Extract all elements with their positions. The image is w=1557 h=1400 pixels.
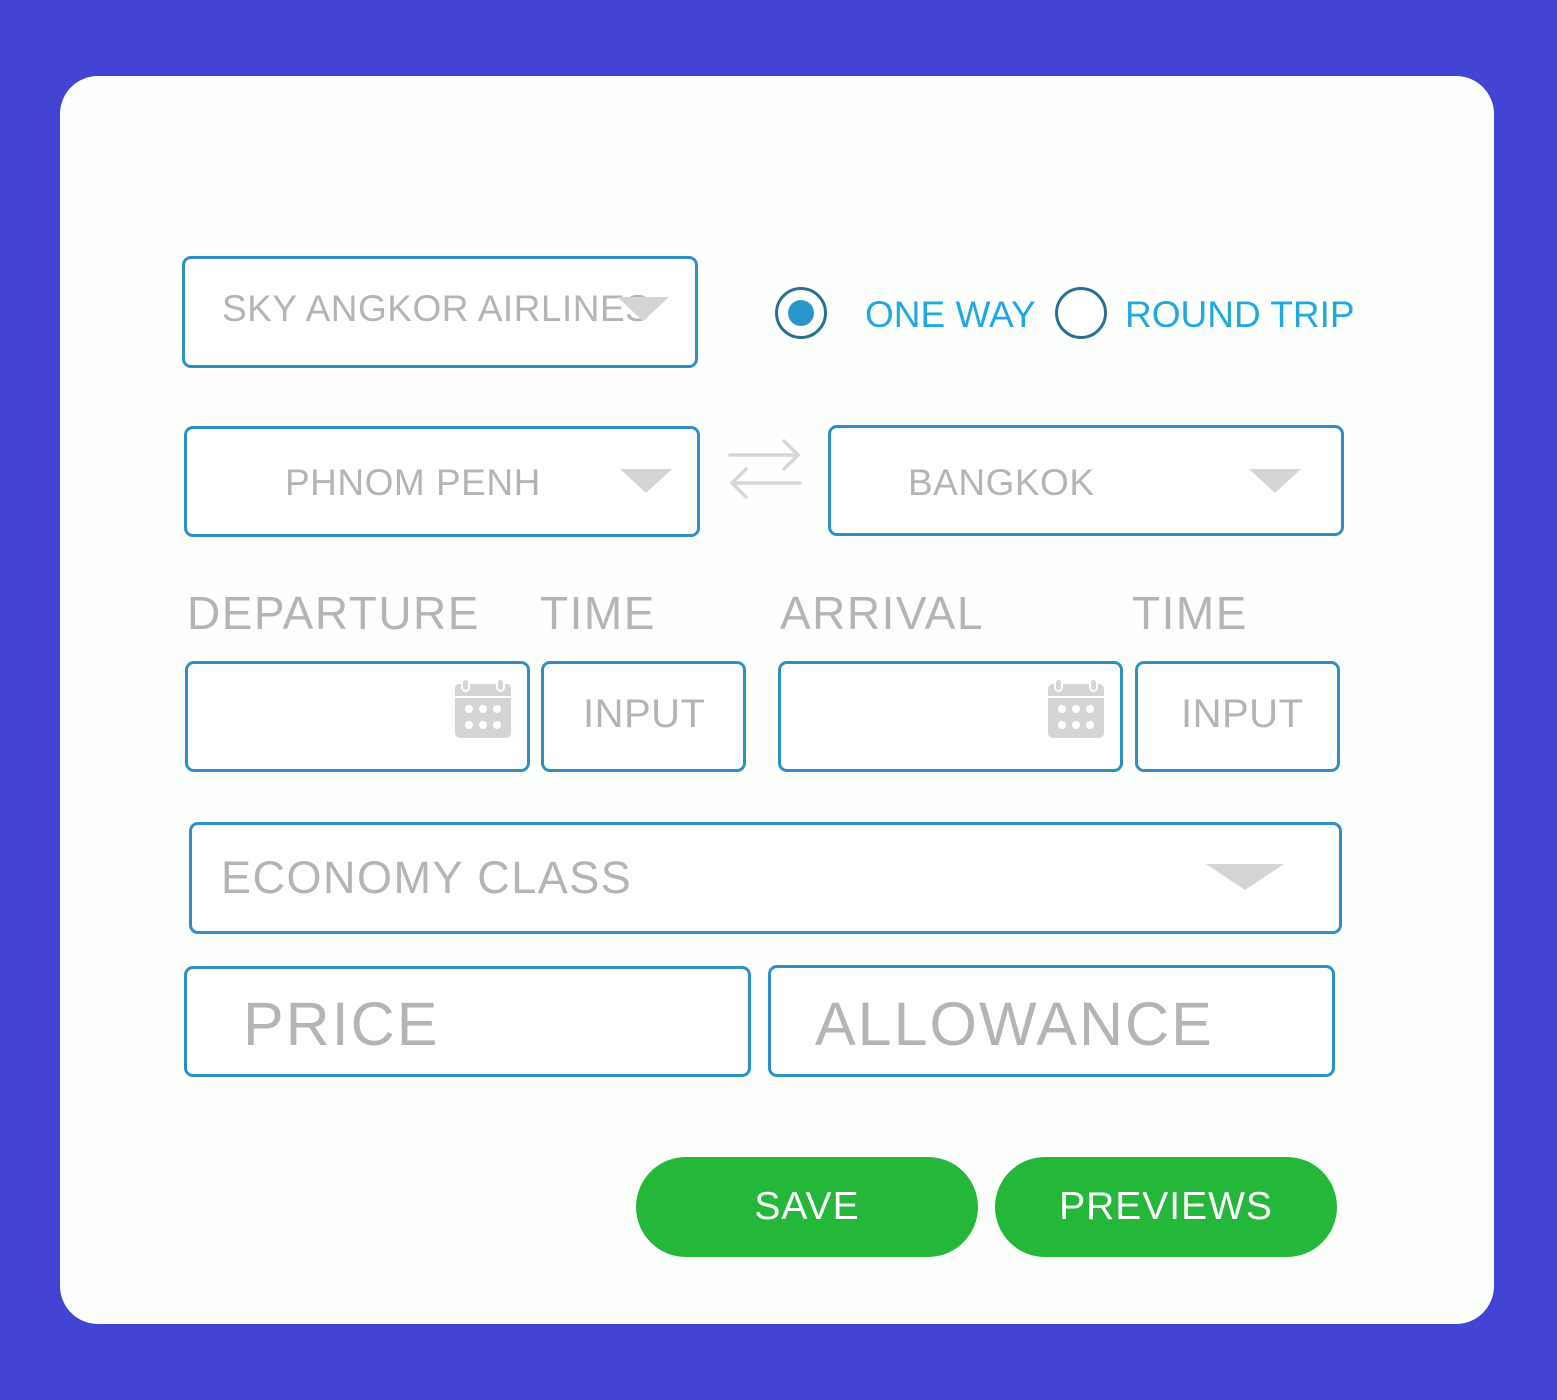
destination-select-value: BANGKOK xyxy=(908,462,1095,503)
airline-select-value: SKY ANGKOR AIRLINES xyxy=(222,288,651,329)
seat-class-value: ECONOMY CLASS xyxy=(221,852,633,903)
calendar-icon[interactable] xyxy=(454,679,512,739)
arrival-time-label: TIME xyxy=(1132,587,1248,639)
swap-arrows-icon[interactable] xyxy=(726,436,804,502)
origin-select-value: PHNOM PENH xyxy=(285,462,541,503)
flight-form-card: SKY ANGKOR AIRLINES ONE WAY ROUND TRIP P… xyxy=(60,76,1494,1324)
airline-select[interactable]: SKY ANGKOR AIRLINES xyxy=(182,256,698,368)
arrival-time-value: INPUT xyxy=(1181,692,1304,736)
chevron-down-icon xyxy=(620,469,672,493)
save-button[interactable]: SAVE xyxy=(636,1157,978,1257)
price-value: PRICE xyxy=(243,990,440,1058)
chevron-down-icon xyxy=(617,297,669,321)
departure-time-input[interactable]: INPUT xyxy=(541,661,746,772)
departure-time-label: TIME xyxy=(540,587,656,639)
previews-button[interactable]: PREVIEWS xyxy=(995,1157,1337,1257)
allowance-input[interactable]: ALLOWANCE xyxy=(768,965,1335,1077)
one-way-radio[interactable] xyxy=(775,287,827,339)
round-trip-label[interactable]: ROUND TRIP xyxy=(1125,294,1355,336)
departure-time-value: INPUT xyxy=(583,692,706,736)
departure-date-input[interactable] xyxy=(185,661,530,772)
chevron-down-icon xyxy=(1249,469,1301,493)
departure-label: DEPARTURE xyxy=(187,587,480,639)
arrival-label: ARRIVAL xyxy=(780,587,984,639)
round-trip-radio[interactable] xyxy=(1055,287,1107,339)
destination-select[interactable]: BANGKOK xyxy=(828,425,1344,536)
price-input[interactable]: PRICE xyxy=(184,966,751,1077)
origin-select[interactable]: PHNOM PENH xyxy=(184,426,700,537)
arrival-date-input[interactable] xyxy=(778,661,1123,772)
arrival-time-input[interactable]: INPUT xyxy=(1135,661,1340,772)
calendar-icon[interactable] xyxy=(1047,679,1105,739)
radio-selected-dot xyxy=(788,300,814,326)
chevron-down-icon xyxy=(1206,864,1284,890)
one-way-label[interactable]: ONE WAY xyxy=(865,294,1036,336)
allowance-value: ALLOWANCE xyxy=(815,990,1214,1058)
seat-class-select[interactable]: ECONOMY CLASS xyxy=(189,822,1342,934)
